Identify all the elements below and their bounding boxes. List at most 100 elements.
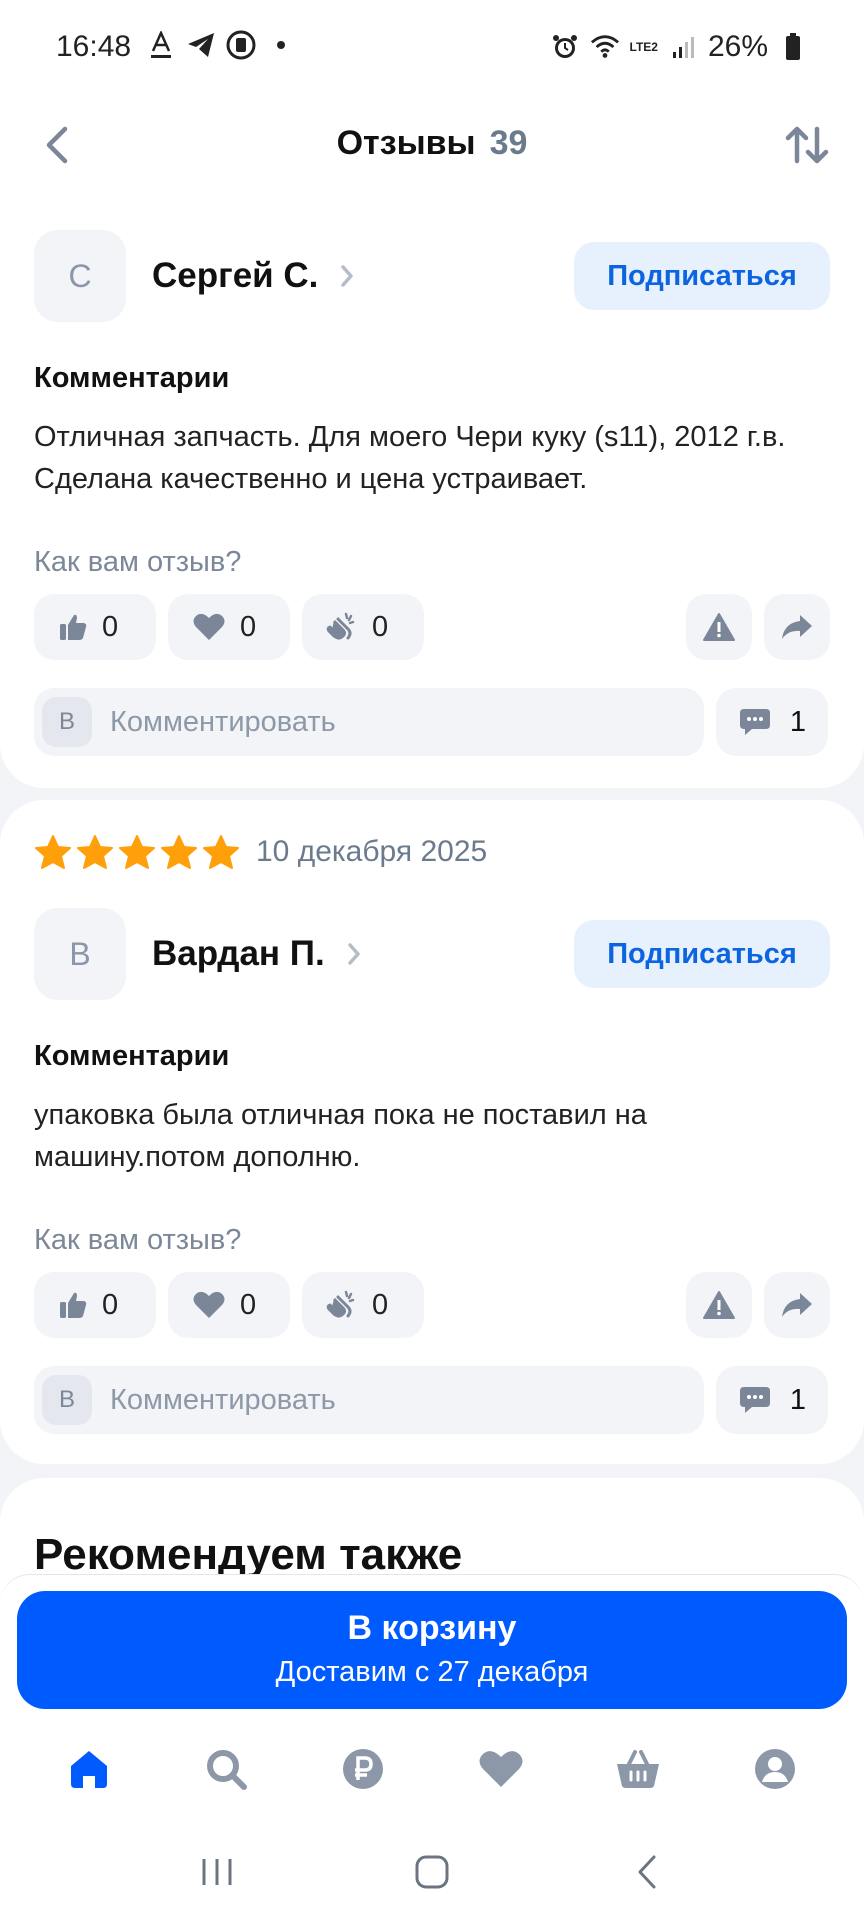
nav-profile[interactable] (735, 1729, 815, 1809)
font-a-icon (146, 30, 176, 60)
avatar: В (42, 1375, 92, 1425)
favorites-icon (479, 1751, 523, 1787)
battery-icon (778, 32, 808, 62)
clap-button[interactable]: 0 (302, 1272, 424, 1338)
review-author[interactable]: В Вардан П. (34, 908, 361, 1000)
nav-favorites[interactable] (461, 1729, 541, 1809)
clap-count: 0 (372, 610, 389, 643)
status-right-icons: LTE2 26% (550, 30, 809, 64)
comments-button[interactable]: 1 (716, 1366, 828, 1434)
clap-count: 0 (372, 1288, 389, 1321)
clap-button[interactable]: 0 (302, 594, 424, 660)
battery-percent: 26% (707, 30, 768, 63)
home-square-icon (415, 1855, 449, 1889)
rating-row: 10 декабря 2025 (34, 834, 487, 870)
profile-icon (755, 1749, 796, 1789)
reviews-count: 39 (489, 124, 528, 162)
star-icon (119, 835, 155, 869)
star-icon (35, 835, 71, 869)
home-icon (70, 1751, 107, 1788)
home-button[interactable] (392, 1842, 472, 1902)
cart-button-label: В корзину (347, 1609, 517, 1647)
share-button[interactable] (764, 1272, 830, 1338)
nav-home[interactable] (49, 1729, 129, 1809)
star-rating (34, 834, 240, 870)
cart-icon (616, 1750, 659, 1788)
recents-button[interactable] (177, 1842, 257, 1902)
nav-cart[interactable] (598, 1729, 678, 1809)
search-icon (206, 1750, 247, 1790)
share-button[interactable] (764, 594, 830, 660)
chat-icon (739, 1387, 770, 1413)
bottom-nav (0, 1714, 864, 1824)
review-actions (686, 594, 830, 660)
share-icon (782, 615, 812, 639)
star-icon (161, 835, 197, 869)
review-author[interactable]: С Сергей С. (34, 230, 354, 322)
warning-icon (703, 613, 735, 641)
telegram-icon (186, 30, 216, 60)
report-button[interactable] (686, 594, 752, 660)
review-card: 10 декабря 2025 В Вардан П. Подписаться … (0, 800, 864, 1464)
author-name: Вардан П. (152, 934, 325, 973)
warning-icon (703, 1291, 735, 1319)
signal-icon (668, 32, 698, 62)
review-text: упаковка была отличная пока не поставил … (34, 1099, 647, 1173)
like-count: 0 (102, 1288, 119, 1321)
cart-bar: В корзину Доставим с 27 декабря (0, 1574, 864, 1714)
heart-count: 0 (240, 610, 257, 643)
review-actions (686, 1272, 830, 1338)
heart-button[interactable]: 0 (168, 594, 290, 660)
avatar: С (34, 230, 126, 322)
subscribe-button[interactable]: Подписаться (574, 242, 830, 310)
heart-icon (193, 613, 225, 640)
ruble-icon (343, 1749, 384, 1789)
like-button[interactable]: 0 (34, 1272, 156, 1338)
heart-button[interactable]: 0 (168, 1272, 290, 1338)
rate-question: Как вам отзыв? (34, 1224, 242, 1256)
comment-placeholder: Комментировать (110, 1383, 336, 1416)
reactions: 0 0 0 (34, 594, 424, 660)
clap-icon (326, 612, 355, 640)
nav-finance[interactable] (323, 1729, 403, 1809)
heart-icon (193, 1291, 225, 1318)
status-left-icons (146, 30, 296, 60)
chevron-right-icon (347, 942, 361, 966)
page-title: Отзывы 39 (0, 124, 864, 163)
review-card: С Сергей С. Подписаться Комментарии Отли… (0, 170, 864, 788)
star-icon (203, 835, 239, 869)
lte-label: LTE2 (629, 40, 658, 54)
comment-row: В Комментировать 1 (34, 688, 828, 756)
delivery-date: Доставим с 27 декабря (275, 1656, 589, 1688)
wifi-icon (590, 32, 620, 62)
share-icon (782, 1293, 812, 1317)
reactions: 0 0 0 (34, 1272, 424, 1338)
comments-count: 1 (789, 1383, 807, 1416)
report-button[interactable] (686, 1272, 752, 1338)
add-to-cart-button[interactable]: В корзину Доставим с 27 декабря (17, 1591, 847, 1709)
app-badge-icon (226, 30, 256, 60)
heart-count: 0 (240, 1288, 257, 1321)
sort-arrows-icon (785, 126, 829, 164)
section-label: Комментарии (34, 1040, 230, 1072)
dot-icon (266, 30, 296, 60)
avatar: В (34, 908, 126, 1000)
system-back-button[interactable] (607, 1842, 687, 1902)
sort-button[interactable] (780, 118, 834, 172)
like-button[interactable]: 0 (34, 594, 156, 660)
subscribe-button[interactable]: Подписаться (574, 920, 830, 988)
review-text: Отличная запчасть. Для моего Чери куку (… (34, 421, 786, 495)
nav-search[interactable] (186, 1729, 266, 1809)
clap-icon (326, 1290, 355, 1318)
thumbs-up-icon (60, 614, 87, 640)
page-title-text: Отзывы (336, 124, 476, 162)
comment-input[interactable]: В Комментировать (34, 1366, 704, 1434)
chat-icon (739, 709, 770, 735)
comments-button[interactable]: 1 (716, 688, 828, 756)
section-label: Комментарии (34, 362, 230, 394)
comment-input[interactable]: В Комментировать (34, 688, 704, 756)
status-bar: 16:48 LTE2 26% (0, 0, 864, 100)
rate-question: Как вам отзыв? (34, 546, 242, 578)
alarm-icon (550, 32, 580, 62)
back-icon (638, 1855, 656, 1889)
